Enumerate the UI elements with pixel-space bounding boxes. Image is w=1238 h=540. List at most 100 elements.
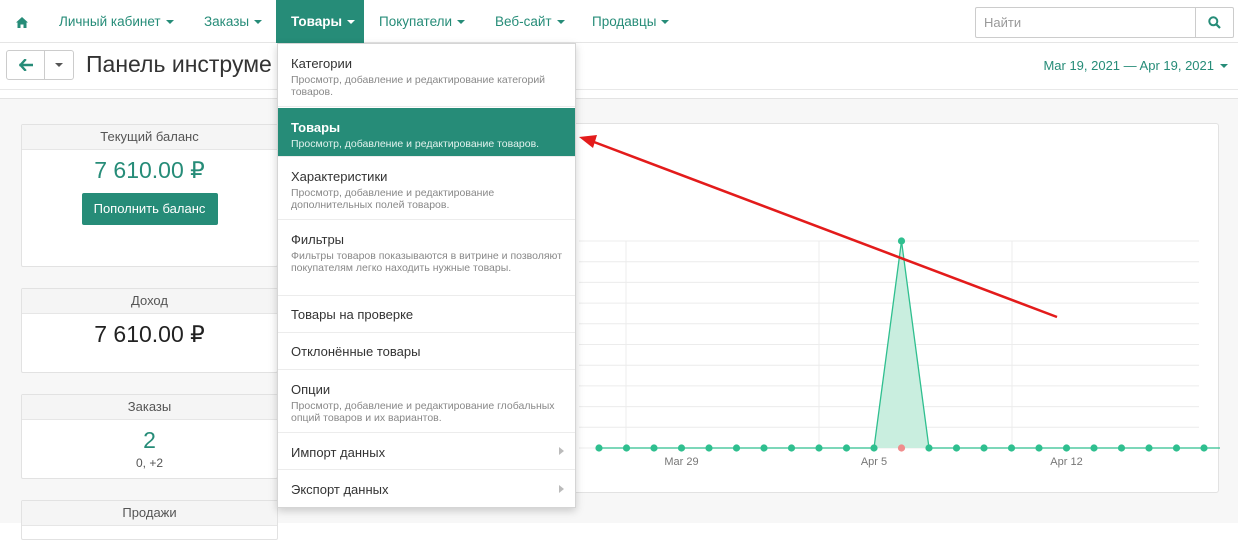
chevron-down-icon (254, 20, 263, 24)
chevron-down-icon (347, 20, 356, 24)
series-point (1035, 444, 1043, 452)
nav-label: Личный кабинет (59, 14, 161, 29)
menu-item-products[interactable]: Товары Просмотр, добавление и редактиров… (278, 108, 575, 157)
menu-item-features[interactable]: Характеристики Просмотр, добавление и ре… (278, 157, 575, 220)
series-point (650, 444, 658, 452)
menu-item-options[interactable]: Опции Просмотр, добавление и редактирова… (278, 370, 575, 433)
secondary-series-point (897, 444, 906, 452)
series-point (705, 444, 713, 452)
menu-item-title: Товары на проверке (291, 307, 414, 322)
top-navigation: Личный кабинет Заказы Товары Покупатели … (0, 0, 1238, 43)
nav-website[interactable]: Веб-сайт (495, 0, 565, 43)
date-range-label: Mar 19, 2021 — Apr 19, 2021 (1043, 58, 1214, 73)
nav-label: Заказы (204, 14, 250, 29)
income-value: 7 610.00 ₽ (94, 321, 205, 347)
series-point (815, 444, 823, 452)
search-input[interactable] (976, 8, 1196, 37)
search-button[interactable] (1195, 8, 1233, 37)
menu-item-import-data[interactable]: Импорт данных (278, 433, 575, 470)
menu-item-title: Отклонённые товары (291, 344, 421, 359)
widget-title: Продажи (22, 501, 277, 526)
chevron-down-icon (165, 20, 174, 24)
orders-value[interactable]: 2 (22, 427, 277, 454)
series-point (870, 444, 878, 452)
nav-orders[interactable]: Заказы (204, 0, 263, 43)
series-point (980, 444, 988, 452)
series-point (1200, 444, 1208, 452)
nav-label: Веб-сайт (495, 14, 552, 29)
arrow-left-icon (18, 59, 33, 71)
income-widget: Доход 7 610.00 ₽ (21, 288, 278, 373)
back-dropdown-button[interactable] (45, 51, 73, 79)
page-title: Панель инструме (86, 51, 272, 77)
series-point (787, 444, 796, 452)
sales-widget: Продажи (21, 500, 278, 540)
search-icon (1208, 16, 1221, 29)
series-point (952, 444, 961, 452)
page-toolbar: Панель инструме Mar 19, 2021 — Apr 19, 2… (0, 44, 1238, 90)
back-button[interactable] (7, 51, 45, 79)
chevron-down-icon (457, 20, 466, 24)
menu-item-title: Фильтры (291, 232, 345, 247)
series-point (925, 444, 933, 452)
back-button-group (6, 50, 74, 80)
home-icon[interactable] (8, 8, 36, 36)
menu-item-description: Фильтры товаров показываются в витрине и… (291, 250, 563, 274)
chevron-right-icon (559, 447, 564, 455)
series-point (842, 444, 851, 452)
chevron-down-icon (556, 20, 565, 24)
x-tick-label: Apr 5 (861, 456, 887, 468)
series-point (1007, 444, 1016, 452)
series-point (1090, 444, 1098, 452)
orders-change: 0, +2 (135, 456, 164, 470)
nav-label: Товары (291, 14, 343, 29)
nav-personal-account[interactable]: Личный кабинет (59, 0, 174, 43)
search-box (975, 7, 1234, 38)
menu-item-categories[interactable]: Категории Просмотр, добавление и редакти… (278, 44, 575, 107)
menu-item-title: Категории (291, 56, 352, 71)
menu-item-title: Товары (291, 120, 341, 135)
date-range-picker[interactable]: Mar 19, 2021 — Apr 19, 2021 (1043, 58, 1228, 73)
menu-item-description: Просмотр, добавление и редактирование то… (291, 138, 540, 150)
products-dropdown-menu: Категории Просмотр, добавление и редакти… (277, 43, 576, 508)
menu-item-rejected-products[interactable]: Отклонённые товары (278, 333, 575, 370)
x-tick-label: Apr 12 (1050, 456, 1082, 468)
nav-customers[interactable]: Покупатели (379, 0, 466, 43)
chevron-down-icon (55, 63, 63, 67)
chevron-down-icon (1220, 63, 1228, 68)
widget-title: Текущий баланс (22, 125, 277, 150)
top-up-balance-button[interactable]: Пополнить баланс (81, 193, 218, 225)
series-point (622, 444, 631, 452)
menu-item-export-data[interactable]: Экспорт данных (278, 470, 575, 507)
menu-item-description: Просмотр, добавление и редактирование ка… (291, 74, 546, 98)
widget-title: Доход (22, 289, 277, 314)
series-point (1117, 444, 1126, 452)
menu-item-title: Характеристики (291, 169, 388, 184)
balance-value: 7 610.00 ₽ (94, 157, 205, 183)
menu-item-title: Экспорт данных (291, 482, 389, 497)
menu-item-products-on-moderation[interactable]: Товары на проверке (278, 296, 575, 333)
series-point (1062, 444, 1071, 452)
series-point (1145, 444, 1153, 452)
orders-widget: Заказы 2 0, +2 (21, 394, 278, 479)
menu-item-description: Просмотр, добавление и редактирование гл… (291, 400, 555, 424)
series-point (760, 444, 768, 452)
widget-title: Заказы (22, 395, 277, 420)
menu-item-filters[interactable]: Фильтры Фильтры товаров показываются в в… (278, 220, 575, 296)
chevron-right-icon (559, 484, 564, 493)
nav-label: Покупатели (379, 14, 453, 29)
balance-widget: Текущий баланс 7 610.00 ₽ Пополнить бала… (21, 124, 278, 267)
nav-vendors[interactable]: Продавцы (592, 0, 670, 43)
series-point (677, 444, 686, 452)
series-point (897, 237, 906, 245)
menu-item-title: Импорт данных (291, 445, 386, 460)
series-point (595, 444, 603, 452)
chevron-down-icon (661, 20, 670, 24)
nav-label: Продавцы (592, 14, 657, 29)
nav-products[interactable]: Товары (276, 0, 364, 43)
menu-item-title: Опции (291, 382, 331, 397)
series-point (732, 444, 741, 452)
series-point (1172, 444, 1181, 452)
x-tick-label: Mar 29 (664, 456, 698, 468)
menu-item-description: Просмотр, добавление и редактирование до… (291, 187, 495, 211)
